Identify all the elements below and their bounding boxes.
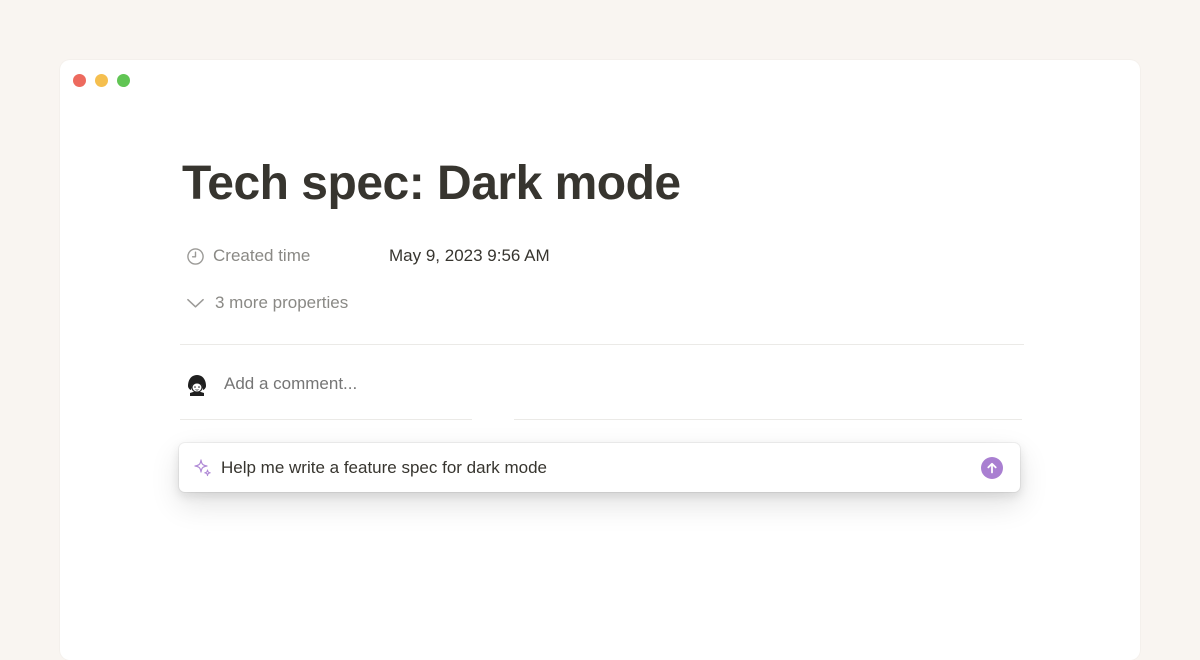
avatar bbox=[184, 371, 210, 397]
app-window: Tech spec: Dark mode Created time May 9,… bbox=[60, 60, 1140, 660]
send-button[interactable] bbox=[981, 456, 1003, 479]
more-properties-label: 3 more properties bbox=[215, 293, 349, 312]
close-button[interactable] bbox=[73, 74, 86, 87]
page-title[interactable]: Tech spec: Dark mode bbox=[182, 156, 681, 212]
comment-row bbox=[184, 369, 624, 399]
divider bbox=[180, 344, 1024, 345]
chevron-down-icon bbox=[186, 294, 205, 313]
minimize-button[interactable] bbox=[95, 74, 108, 87]
arrow-up-icon bbox=[987, 462, 997, 473]
clock-icon bbox=[186, 247, 205, 266]
divider bbox=[514, 419, 1022, 420]
more-properties-toggle[interactable]: 3 more properties bbox=[186, 291, 348, 315]
zoom-button[interactable] bbox=[117, 74, 130, 87]
window-controls bbox=[73, 74, 130, 87]
property-created-time[interactable]: Created time May 9, 2023 9:56 AM bbox=[186, 244, 886, 268]
comment-input[interactable] bbox=[224, 374, 624, 394]
divider bbox=[180, 419, 472, 420]
property-value: May 9, 2023 9:56 AM bbox=[389, 246, 550, 265]
ai-prompt-input[interactable] bbox=[221, 457, 981, 478]
property-name: Created time bbox=[213, 246, 311, 265]
sparkle-icon bbox=[193, 458, 213, 478]
ai-prompt-box[interactable] bbox=[179, 443, 1020, 492]
